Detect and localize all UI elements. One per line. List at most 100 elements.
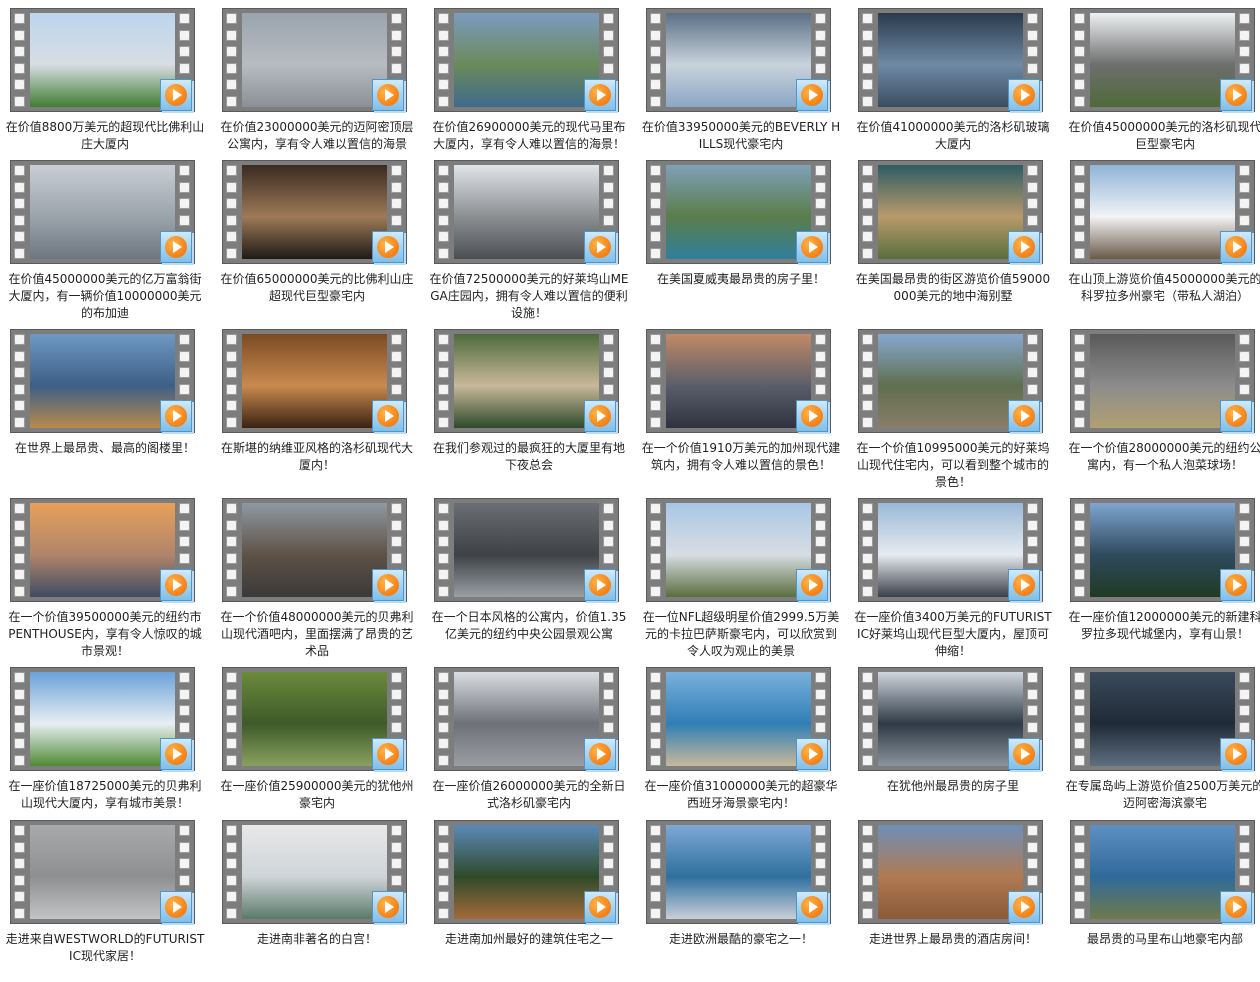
- video-file-name: 走进来自WESTWORLD的FUTURISTIC现代家居！: [5, 932, 205, 963]
- video-file-item[interactable]: 在一个日本风格的公寓内，价值1.35亿美元的纽约中央公园景观公寓: [429, 492, 641, 660]
- video-file-item[interactable]: 在价值72500000美元的好莱坞山MEGA庄园内，拥有令人难以置信的便利设施！: [429, 154, 641, 322]
- video-file-item[interactable]: 在一座价值12000000美元的新建科罗拉多现代城堡内，享有山景！: [1065, 492, 1260, 660]
- video-file-item[interactable]: 在一个价值39500000美元的纽约市PENTHOUSE内，享有令人惊叹的城市景…: [5, 492, 217, 660]
- play-icon: [160, 891, 192, 923]
- video-file-item[interactable]: 在价值65000000美元的比佛利山庄超现代巨型豪宅内: [217, 154, 429, 322]
- play-icon: [584, 400, 616, 432]
- video-thumbnail: [30, 503, 175, 597]
- video-thumbnail: [454, 503, 599, 597]
- video-thumbnail: [454, 825, 599, 919]
- video-file-item[interactable]: 在一个价值28000000美元的纽约公寓内，有一个私人泡菜球场！: [1065, 323, 1260, 491]
- play-icon: [160, 569, 192, 601]
- video-thumbnail: [666, 13, 811, 107]
- video-thumbnail: [454, 672, 599, 766]
- video-file-item[interactable]: 在一个价值48000000美元的贝弗利山现代酒吧内，里面摆满了昂贵的艺术品: [217, 492, 429, 660]
- video-thumbnail: [878, 672, 1023, 766]
- play-icon: [584, 738, 616, 770]
- video-file-item[interactable]: 在一座价值25900000美元的犹他州豪宅内: [217, 661, 429, 829]
- video-thumbnail: [666, 825, 811, 919]
- video-file-item[interactable]: 走进南非著名的白宫！: [217, 814, 429, 982]
- video-thumbnail: [242, 13, 387, 107]
- video-file-item[interactable]: 在一座价值18725000美元的贝弗利山现代大厦内，享有城市美景！: [5, 661, 217, 829]
- video-file-name: 在价值41000000美元的洛杉矶玻璃大厦内: [856, 120, 1050, 151]
- video-file-item[interactable]: 在价值45000000美元的洛杉矶现代巨型豪宅内: [1065, 2, 1260, 170]
- video-file-item[interactable]: 在价值45000000美元的亿万富翁街大厦内，有一辆价值10000000美元的布…: [5, 154, 217, 322]
- video-thumbnail: [1090, 825, 1235, 919]
- play-icon: [796, 231, 828, 263]
- video-file-item[interactable]: 走进世界上最昂贵的酒店房间！: [853, 814, 1065, 982]
- film-sprocket-holes: [226, 825, 238, 919]
- video-file-item[interactable]: 走进南加州最好的建筑住宅之一: [429, 814, 641, 982]
- video-file-item[interactable]: 最昂贵的马里布山地豪宅内部: [1065, 814, 1260, 982]
- film-sprocket-holes: [438, 825, 450, 919]
- video-thumbnail: [1090, 165, 1235, 259]
- video-file-name: 在我们参观过的最疯狂的大厦里有地下夜总会: [432, 441, 625, 472]
- video-file-name: 在世界上最昂贵、最高的阁楼里！: [14, 441, 195, 455]
- video-file-item[interactable]: 在一位NFL超级明星价值2999.5万美元的卡拉巴萨斯豪宅内，可以欣赏到令人叹为…: [641, 492, 853, 660]
- video-thumbnail: [30, 334, 175, 428]
- film-sprocket-holes: [14, 503, 26, 597]
- video-file-name: 在一个价值10995000美元的好莱坞山现代住宅内，可以看到整个城市的景色！: [856, 441, 1050, 489]
- video-file-name: 在价值45000000美元的洛杉矶现代巨型豪宅内: [1068, 120, 1260, 151]
- video-thumbnail: [454, 13, 599, 107]
- video-file-item[interactable]: 在价值41000000美元的洛杉矶玻璃大厦内: [853, 2, 1065, 170]
- video-file-item[interactable]: 在一个价值10995000美元的好莱坞山现代住宅内，可以看到整个城市的景色！: [853, 323, 1065, 491]
- video-file-item[interactable]: 在我们参观过的最疯狂的大厦里有地下夜总会: [429, 323, 641, 491]
- video-file-item[interactable]: 走进来自WESTWORLD的FUTURISTIC现代家居！: [5, 814, 217, 982]
- video-file-item[interactable]: 在斯堪的纳维亚风格的洛杉矶现代大厦内！: [217, 323, 429, 491]
- play-icon: [1220, 738, 1252, 770]
- video-file-item[interactable]: 在一座价值31000000美元的超豪华西班牙海景豪宅内！: [641, 661, 853, 829]
- video-thumbnail: [30, 825, 175, 919]
- video-file-name: 在美国夏威夷最昂贵的房子里！: [656, 272, 825, 286]
- play-icon: [160, 231, 192, 263]
- video-file-item[interactable]: 在价值23000000美元的迈阿密顶层公寓内，享有令人难以置信的海景: [217, 2, 429, 170]
- play-icon: [584, 569, 616, 601]
- video-thumbnail: [30, 13, 175, 107]
- video-file-name: 在美国最昂贵的街区游览价值59000000美元的地中海别墅: [855, 272, 1051, 303]
- play-icon: [1220, 891, 1252, 923]
- video-file-item[interactable]: 在山顶上游览价值45000000美元的科罗拉多州豪宅（带私人湖泊）: [1065, 154, 1260, 322]
- video-file-name: 在一个价值1910万美元的加州现代建筑内，拥有令人难以置信的景色！: [641, 441, 841, 472]
- video-thumbnail: [242, 672, 387, 766]
- video-file-item[interactable]: 在价值33950000美元的BEVERLY HILLS现代豪宅内: [641, 2, 853, 170]
- video-file-item[interactable]: 在美国夏威夷最昂贵的房子里！: [641, 154, 853, 322]
- video-thumbnail: [1090, 503, 1235, 597]
- play-icon: [796, 569, 828, 601]
- play-icon: [1220, 400, 1252, 432]
- video-file-item[interactable]: 走进欧洲最酷的豪宅之一！: [641, 814, 853, 982]
- film-sprocket-holes: [438, 165, 450, 259]
- video-file-name: 在价值33950000美元的BEVERLY HILLS现代豪宅内: [641, 120, 841, 151]
- video-file-item[interactable]: 在一个价值1910万美元的加州现代建筑内，拥有令人难以置信的景色！: [641, 323, 853, 491]
- film-sprocket-holes: [862, 334, 874, 428]
- video-file-item[interactable]: 在犹他州最昂贵的房子里: [853, 661, 1065, 829]
- video-thumbnail: [1090, 672, 1235, 766]
- film-sprocket-holes: [862, 13, 874, 107]
- film-sprocket-holes: [650, 825, 662, 919]
- video-file-item[interactable]: 在一座价值26000000美元的全新日式洛杉矶豪宅内: [429, 661, 641, 829]
- video-thumbnail: [878, 503, 1023, 597]
- play-icon: [372, 400, 404, 432]
- video-file-item[interactable]: 在价值8800万美元的超现代比佛利山庄大厦内: [5, 2, 217, 170]
- film-sprocket-holes: [14, 334, 26, 428]
- video-file-name: 在一座价值18725000美元的贝弗利山现代大厦内，享有城市美景！: [8, 779, 202, 810]
- film-sprocket-holes: [14, 13, 26, 107]
- film-sprocket-holes: [1074, 13, 1086, 107]
- video-file-name: 走进南加州最好的建筑住宅之一: [444, 932, 613, 946]
- play-icon: [796, 891, 828, 923]
- video-thumbnail: [666, 503, 811, 597]
- film-sprocket-holes: [14, 672, 26, 766]
- video-file-item[interactable]: 在一座价值3400万美元的FUTURISTIC好莱坞山现代巨型大厦内，屋顶可伸缩…: [853, 492, 1065, 660]
- film-sprocket-holes: [862, 503, 874, 597]
- video-file-name: 在一座价值31000000美元的超豪华西班牙海景豪宅内！: [644, 779, 838, 810]
- film-sprocket-holes: [1074, 165, 1086, 259]
- play-icon: [1008, 79, 1040, 111]
- video-file-item[interactable]: 在专属岛屿上游览价值2500万美元的迈阿密海滨豪宅: [1065, 661, 1260, 829]
- video-file-item[interactable]: 在世界上最昂贵、最高的阁楼里！: [5, 323, 217, 491]
- film-sprocket-holes: [14, 165, 26, 259]
- video-thumbnail: [878, 334, 1023, 428]
- video-file-item[interactable]: 在价值26900000美元的现代马里布大厦内，享有令人难以置信的海景！: [429, 2, 641, 170]
- video-file-name: 走进欧洲最酷的豪宅之一！: [668, 932, 813, 946]
- film-sprocket-holes: [1074, 825, 1086, 919]
- play-icon: [796, 738, 828, 770]
- video-file-item[interactable]: 在美国最昂贵的街区游览价值59000000美元的地中海别墅: [853, 154, 1065, 322]
